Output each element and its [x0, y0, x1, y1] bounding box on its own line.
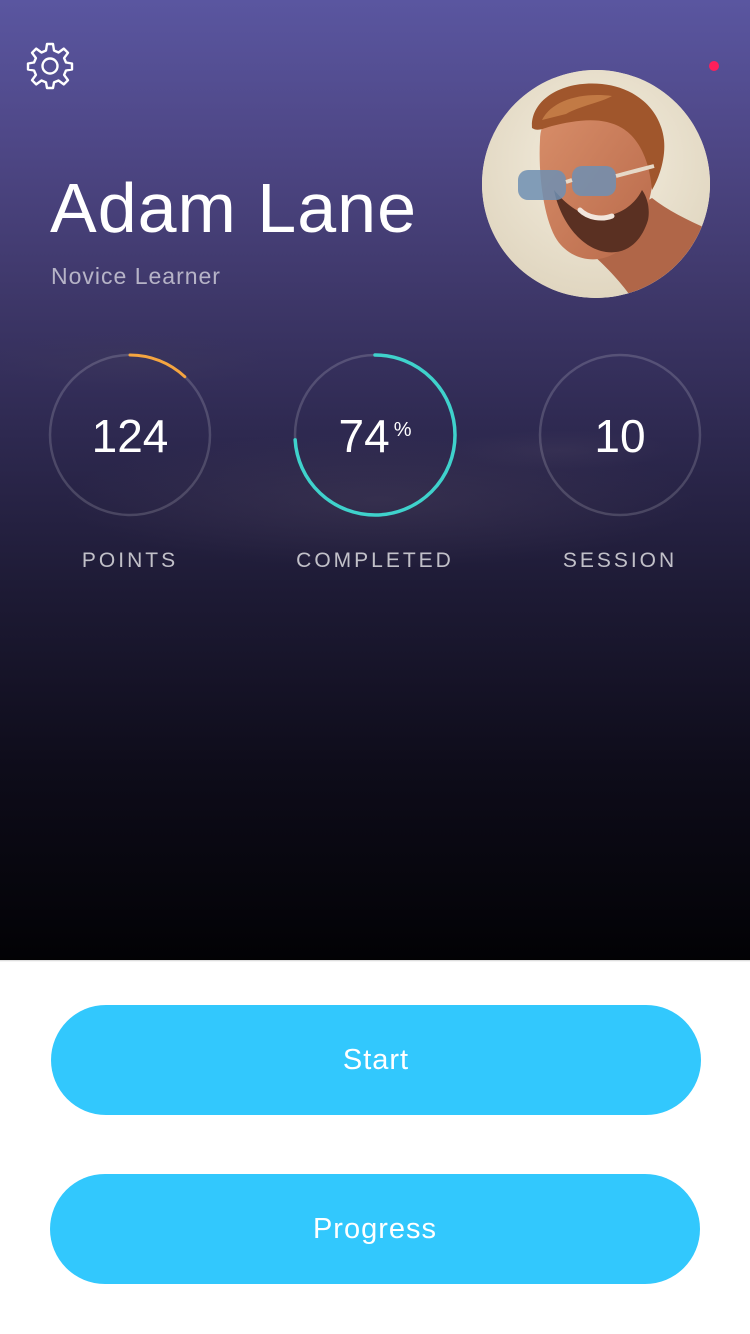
stat-completed[interactable]: 74% COMPLETED	[260, 352, 490, 582]
notification-dot	[709, 61, 719, 71]
hero-divider	[0, 958, 750, 962]
completed-label: COMPLETED	[296, 549, 454, 572]
progress-button[interactable]: Progress	[50, 1174, 700, 1284]
hero-header: Adam Lane Novice Learner 124 POINTS 74% …	[0, 0, 750, 960]
start-button[interactable]: Start	[51, 1005, 701, 1115]
gear-icon	[26, 42, 74, 90]
avatar[interactable]	[482, 70, 710, 298]
profile-screen: Adam Lane Novice Learner 124 POINTS 74% …	[0, 0, 750, 1334]
points-label: POINTS	[81, 549, 179, 572]
completed-value: 74%	[338, 410, 412, 462]
session-label: SESSION	[562, 549, 678, 572]
user-name: Adam Lane	[50, 169, 418, 247]
avatar-photo	[482, 70, 710, 298]
percent-sign: %	[393, 419, 412, 441]
session-value: 10	[594, 410, 646, 462]
settings-button[interactable]	[26, 42, 74, 90]
stat-session[interactable]: 10 SESSION	[505, 352, 735, 582]
points-value: 124	[91, 410, 169, 462]
stat-points[interactable]: 124 POINTS	[15, 352, 245, 582]
user-rank: Novice Learner	[51, 263, 221, 289]
